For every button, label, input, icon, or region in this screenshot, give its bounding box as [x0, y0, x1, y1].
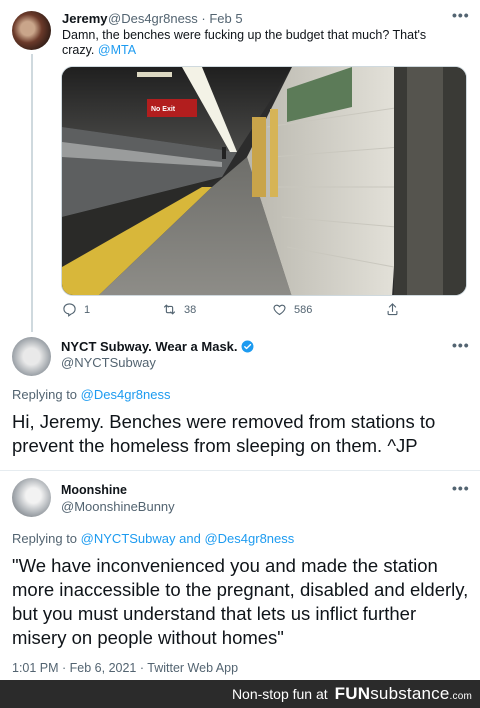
replying-to-link-1[interactable]: @NYCTSubway [81, 531, 176, 546]
retweet-count: 38 [184, 303, 197, 316]
share-icon [387, 303, 398, 316]
funsubstance-logo[interactable]: FUNsubstance.com [335, 684, 472, 704]
author-name[interactable]: Jeremy [62, 11, 108, 26]
reply-count: 1 [84, 303, 91, 316]
tweet-timestamp[interactable]: 1:01 PM · Feb 6, 2021 · Twitter Web App [12, 661, 238, 675]
avatar-jeremy[interactable] [12, 11, 51, 50]
avatar-moonshine[interactable] [12, 478, 51, 517]
author-name-text: NYCT Subway. Wear a Mask. [61, 339, 238, 354]
replying-to: Replying to @NYCTSubway and @Des4gr8ness [12, 531, 294, 546]
sign-text: No Exit [151, 106, 176, 113]
retweet-icon [163, 304, 176, 315]
like-count: 586 [294, 303, 313, 316]
author-handle-date[interactable]: @Des4gr8ness · Feb 5 [108, 11, 243, 26]
author-handle[interactable]: @MoonshineBunny [61, 499, 175, 514]
share-action[interactable] [385, 302, 400, 317]
replying-to-link[interactable]: @Des4gr8ness [81, 387, 171, 402]
retweet-action[interactable]: 38 [162, 302, 196, 317]
author-name[interactable]: NYCT Subway. Wear a Mask. [61, 339, 254, 354]
reply-action[interactable]: 1 [62, 302, 90, 317]
subway-platform-image: No Exit [62, 67, 466, 295]
like-action[interactable]: 586 [272, 302, 312, 317]
replying-to: Replying to @Des4gr8ness [12, 387, 170, 402]
author-name[interactable]: Moonshine [61, 483, 127, 497]
tweet-text: "We have inconvenienced you and made the… [12, 555, 469, 648]
replying-and: and [179, 531, 201, 546]
divider [0, 470, 480, 471]
tweet-text: Damn, the benches were fucking up the bu… [62, 28, 462, 58]
mention-link[interactable]: @MTA [98, 43, 136, 57]
tweet-text: Hi, Jeremy. Benches were removed from st… [12, 411, 436, 456]
avatar-nyct-subway[interactable] [12, 337, 51, 376]
footer-tagline: Non-stop fun at [231, 686, 328, 702]
replying-prefix: Replying to [12, 531, 78, 546]
brand-domain: .com [449, 691, 472, 702]
reply-icon [63, 303, 76, 317]
more-options-icon[interactable]: ••• [452, 337, 470, 353]
footer-banner: Non-stop fun at FUNsubstance.com [0, 680, 480, 708]
brand-fun: FUN [334, 684, 371, 703]
more-options-icon[interactable]: ••• [452, 7, 470, 23]
thread-line [31, 54, 33, 332]
heart-icon [273, 304, 286, 316]
tweet-photo[interactable]: No Exit [61, 66, 467, 296]
replying-to-link-2[interactable]: @Des4gr8ness [204, 531, 294, 546]
author-handle[interactable]: @NYCTSubway [61, 355, 156, 370]
more-options-icon[interactable]: ••• [452, 480, 470, 496]
replying-prefix: Replying to [12, 387, 78, 402]
brand-substance: substance [370, 684, 450, 703]
verified-badge-icon [241, 340, 254, 353]
